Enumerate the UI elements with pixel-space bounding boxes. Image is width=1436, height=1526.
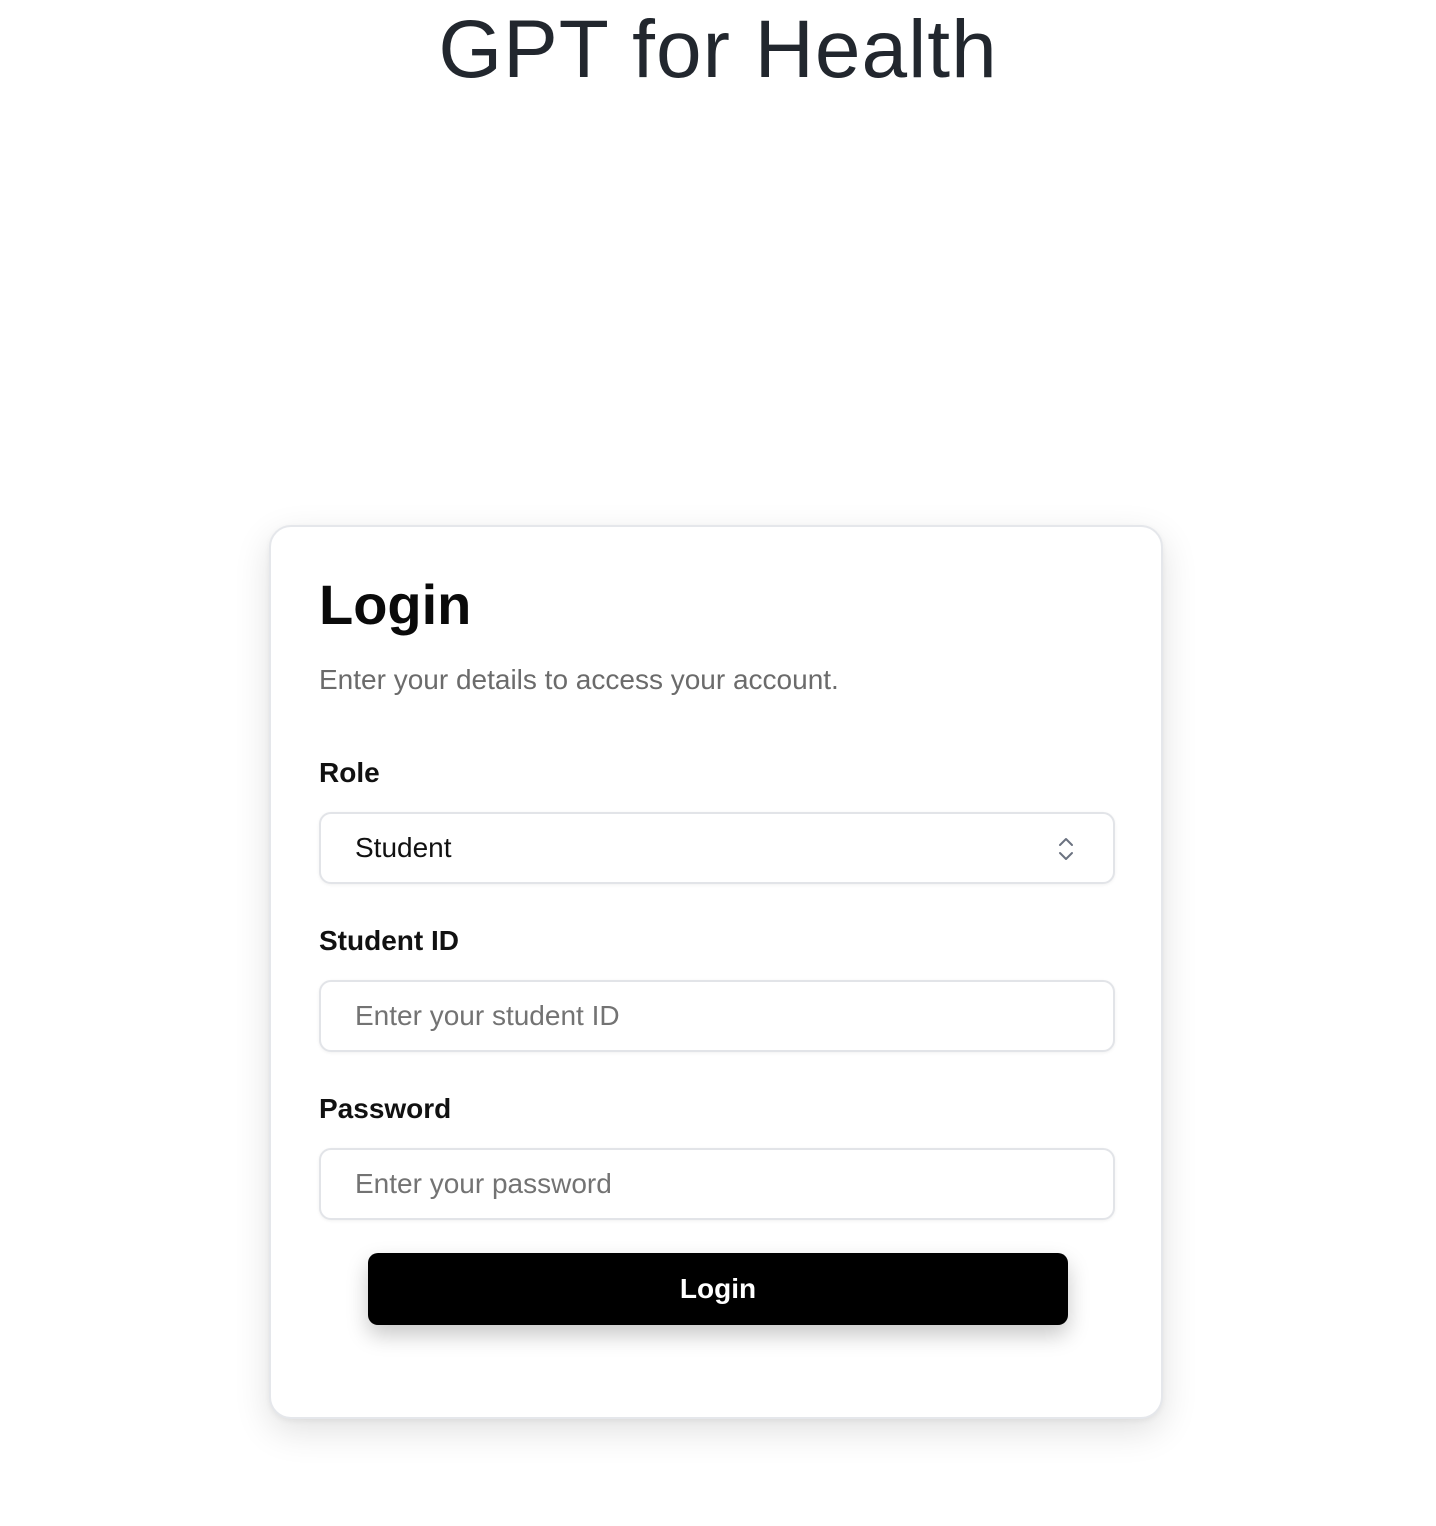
password-input[interactable]	[321, 1150, 1113, 1218]
student-id-input[interactable]	[321, 982, 1113, 1050]
login-card: Login Enter your details to access your …	[269, 525, 1163, 1419]
role-select-value: Student	[355, 832, 452, 863]
role-select[interactable]: Student	[319, 812, 1115, 884]
role-label: Role	[319, 757, 380, 788]
password-field-container	[319, 1148, 1115, 1220]
card-title: Login	[319, 573, 472, 636]
app-title: GPT for Health	[438, 4, 998, 95]
chevron-up-down-icon	[1059, 838, 1073, 860]
card-subtitle: Enter your details to access your accoun…	[319, 664, 839, 695]
student-id-label: Student ID	[319, 925, 459, 956]
login-button[interactable]: Login	[368, 1253, 1068, 1325]
password-label: Password	[319, 1093, 452, 1124]
student-id-field-container	[319, 980, 1115, 1052]
